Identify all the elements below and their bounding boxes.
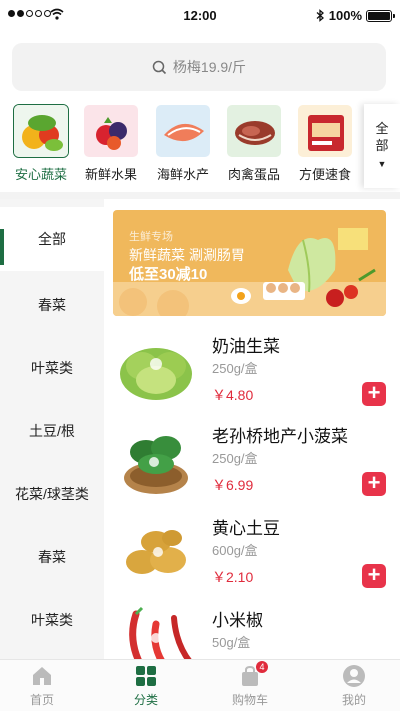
- category-all-label-2: 部: [375, 137, 389, 153]
- tab-home[interactable]: 首页: [0, 660, 92, 711]
- sidebar-item-all[interactable]: 全部: [0, 207, 104, 271]
- category-strip: 安心蔬菜 新鲜水果 海鲜水产 肉禽蛋品 方便速食 全 部 ▼: [0, 104, 400, 188]
- promo-banner[interactable]: 生鲜专场 新鲜蔬菜 涮涮肠胃 低至30减10: [113, 210, 386, 316]
- category-label: 新鲜水果: [84, 167, 137, 182]
- product-price: ￥6.99: [212, 477, 254, 493]
- battery-icon: [366, 9, 395, 22]
- product-name: 小米椒: [212, 611, 263, 630]
- product-spec: 250g/盒: [212, 451, 258, 466]
- product-price: ￥2.10: [212, 569, 254, 585]
- sidebar-item-label: 叶菜类: [31, 360, 73, 376]
- add-to-cart-button[interactable]: +: [362, 564, 386, 588]
- sidebar-item-label: 叶菜类: [31, 612, 73, 628]
- tab-label: 购物车: [231, 693, 268, 707]
- home-icon: [33, 667, 51, 685]
- category-all-label-1: 全: [375, 120, 389, 136]
- sidebar-item-leafy[interactable]: 叶菜类: [0, 336, 104, 400]
- product-item[interactable]: 老孙桥地产小菠菜 250g/盒 ￥6.99 +: [104, 420, 400, 510]
- section-divider: [0, 192, 400, 199]
- sidebar: 全部 春菜 叶菜类 土豆/根 花菜/球茎类 春菜 叶菜类: [0, 199, 104, 660]
- tab-label: 分类: [133, 693, 158, 707]
- cart-badge: 4: [256, 661, 268, 673]
- tab-label: 首页: [29, 693, 54, 707]
- category-label: 海鲜水产: [156, 167, 209, 182]
- product-name: 奶油生菜: [212, 337, 280, 356]
- profile-icon: [343, 665, 365, 687]
- product-item[interactable]: 黄心土豆 600g/盒 ￥2.10 +: [104, 512, 400, 602]
- tab-cart[interactable]: 4 购物车: [200, 660, 300, 711]
- instant-food-image: [297, 104, 353, 158]
- sidebar-item-cauliflower-bulb[interactable]: 花菜/球茎类: [0, 462, 104, 526]
- category-vegetables[interactable]: 安心蔬菜: [6, 104, 76, 186]
- sidebar-item-label: 春菜: [38, 549, 66, 565]
- tab-bar: 首页 分类 4 购物车 我的: [0, 659, 400, 711]
- banner-promo: 低至30减10: [129, 266, 208, 283]
- sidebar-item-label: 土豆/根: [29, 423, 75, 439]
- category-label: 肉禽蛋品: [227, 167, 280, 182]
- sidebar-item-leafy[interactable]: 叶菜类: [0, 588, 104, 652]
- lettuce-image: [120, 348, 192, 400]
- fruit-image: [83, 104, 139, 158]
- sidebar-item-label: 全部: [38, 231, 66, 247]
- product-price: ￥4.80: [212, 387, 254, 403]
- product-name: 老孙桥地产小菠菜: [212, 427, 348, 446]
- product-spec: 250g/盒: [212, 361, 258, 376]
- category-all-button[interactable]: 全 部 ▼: [364, 104, 400, 188]
- caret-down-icon: ▼: [377, 158, 387, 169]
- product-spec: 600g/盒: [212, 543, 258, 558]
- tab-category[interactable]: 分类: [96, 660, 196, 711]
- product-name: 黄心土豆: [212, 519, 280, 538]
- category-meat[interactable]: 肉禽蛋品: [219, 104, 289, 186]
- potato-image: [126, 530, 186, 574]
- product-item[interactable]: 奶油生菜 250g/盒 ￥4.80 +: [104, 330, 400, 420]
- add-to-cart-button[interactable]: +: [362, 472, 386, 496]
- sidebar-item-label: 花菜/球茎类: [15, 486, 89, 502]
- sidebar-item-spring[interactable]: 春菜: [0, 273, 104, 337]
- add-to-cart-button[interactable]: +: [362, 382, 386, 406]
- spinach-image: [124, 436, 188, 494]
- category-fruit[interactable]: 新鲜水果: [76, 104, 146, 186]
- bluetooth-icon: [316, 9, 324, 22]
- vegetables-image: [13, 104, 69, 158]
- tab-profile[interactable]: 我的: [304, 660, 400, 711]
- banner-headline: 新鲜蔬菜 涮涮肠胃: [129, 247, 245, 263]
- category-instant-food[interactable]: 方便速食: [290, 104, 360, 186]
- seafood-image: [155, 104, 211, 158]
- cart-icon: 4: [238, 661, 268, 688]
- category-label: 安心蔬菜: [14, 167, 67, 182]
- search-input[interactable]: 杨梅19.9/斤: [12, 43, 386, 91]
- search-placeholder: 杨梅19.9/斤: [172, 59, 247, 75]
- meat-image: [226, 104, 282, 158]
- category-seafood[interactable]: 海鲜水产: [148, 104, 218, 186]
- category-label: 方便速食: [298, 167, 351, 182]
- sidebar-item-potato-root[interactable]: 土豆/根: [0, 399, 104, 463]
- tab-label: 我的: [341, 693, 366, 707]
- battery-percent: 100%: [328, 8, 362, 23]
- sidebar-item-label: 春菜: [38, 297, 66, 313]
- category-icon: [136, 666, 156, 686]
- sidebar-item-spring[interactable]: 春菜: [0, 525, 104, 589]
- product-spec: 50g/盒: [212, 635, 251, 650]
- search-icon: [152, 60, 166, 74]
- status-bar: 12:00 100%: [0, 0, 400, 30]
- banner-tag: 生鲜专场: [129, 231, 173, 243]
